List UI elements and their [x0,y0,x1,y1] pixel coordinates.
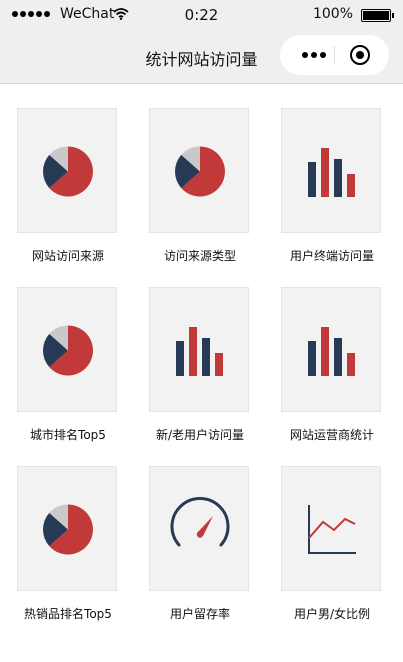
pie-chart-icon[interactable] [17,287,117,412]
pie-chart-icon[interactable] [149,108,249,233]
pie-chart-icon[interactable] [17,108,117,233]
target-circle-icon[interactable] [350,45,370,65]
top-bar: WeChat 0:22 100% 统计网站访问量 [0,0,403,84]
battery-percent: 100% [312,6,353,22]
mini-program-capsule [280,35,389,75]
capsule-divider [334,46,335,64]
gauge-icon[interactable] [149,466,249,591]
chart-menu-label: 用户留存率 [169,607,230,621]
pie-chart-icon[interactable] [17,466,117,591]
chart-menu-label: 热销品排名Top5 [24,607,112,621]
bar-chart-icon[interactable] [149,287,249,412]
chart-menu-label: 新/老用户访问量 [155,428,245,442]
bar-chart-icon[interactable] [281,287,381,412]
more-dots-icon[interactable] [302,52,326,58]
chart-menu-label: 网站运营商统计 [289,428,374,442]
chart-menu-label: 用户终端访问量 [289,249,374,263]
chart-menu-label: 用户男/女比例 [293,607,371,621]
chart-menu-label: 城市排名Top5 [30,428,106,442]
bar-chart-icon[interactable] [281,108,381,233]
chart-menu-label: 网站访问来源 [31,249,104,263]
chart-menu-label: 访问来源类型 [163,249,236,263]
status-bar: WeChat 0:22 100% [0,0,403,30]
line-chart-icon[interactable] [281,466,381,591]
battery-icon [361,9,394,22]
